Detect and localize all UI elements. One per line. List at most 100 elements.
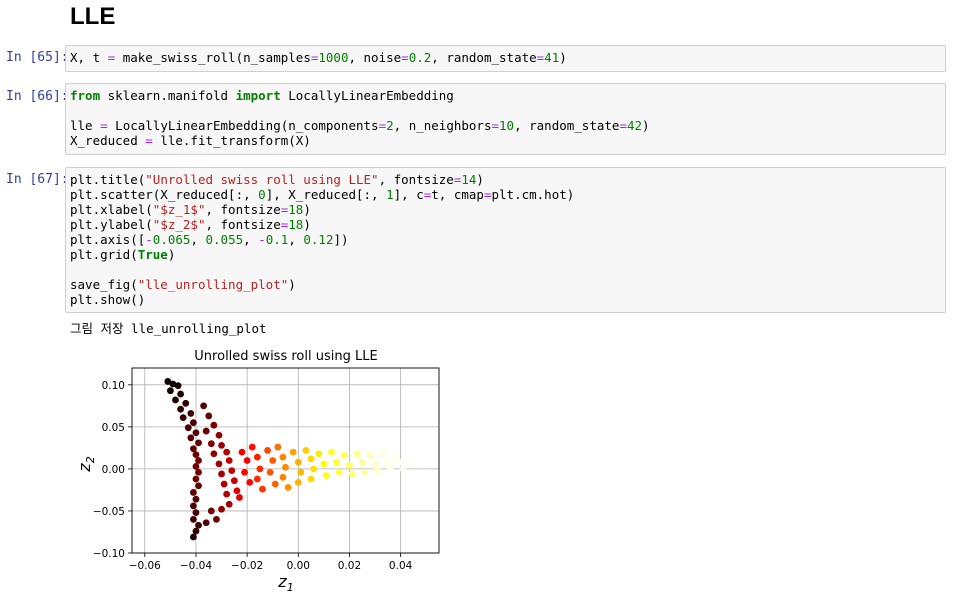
- code-token: ,: [190, 232, 206, 247]
- x-tick-label: −0.04: [180, 560, 212, 572]
- scatter-point: [190, 445, 197, 453]
- scatter-point: [310, 465, 318, 473]
- scatter-point: [225, 457, 233, 464]
- x-axis-label-sub: 1: [287, 581, 294, 592]
- code-token: ): [303, 202, 311, 217]
- scatter-point: [269, 457, 277, 464]
- code-token: ): [288, 277, 296, 292]
- scatter-point: [184, 424, 192, 432]
- code-token: "$z_1$": [152, 202, 206, 217]
- code-token: plt.ylabel(: [70, 217, 153, 232]
- cell-prompt: In [65]:: [6, 50, 69, 65]
- scatter-point: [202, 427, 210, 435]
- scatter-point: [190, 502, 197, 510]
- code-token: , random_state: [514, 118, 620, 133]
- scatter-point: [274, 443, 282, 451]
- scatter-point: [200, 402, 208, 410]
- code-token: t, cmap: [431, 187, 484, 202]
- code-token: , noise: [348, 50, 402, 65]
- code-cell-66[interactable]: from sklearn.manifold import LocallyLine…: [65, 83, 946, 155]
- scatter-point: [348, 470, 356, 478]
- scatter-point: [236, 494, 243, 501]
- code-token: make_swiss_roll(n_samples: [115, 50, 311, 65]
- code-token: , random_state: [431, 50, 537, 65]
- code-token: "Unrolled swiss roll using LLE": [145, 172, 379, 187]
- scatter-point: [187, 434, 195, 442]
- code-token: from: [70, 88, 101, 103]
- chart-title: Unrolled swiss roll using LLE: [194, 349, 377, 364]
- code-token: 42: [626, 118, 643, 133]
- scatter-point: [404, 453, 412, 461]
- code-token: ): [303, 217, 311, 232]
- y-axis-label: z2: [75, 456, 97, 472]
- code-line: lle = LocallyLinearEmbedding(n_component…: [70, 118, 941, 133]
- scatter-point: [195, 457, 202, 464]
- scatter-point: [399, 465, 407, 473]
- code-line: plt.scatter(X_reduced[:, 0], X_reduced[:…: [70, 187, 941, 202]
- scatter-point: [187, 410, 195, 417]
- code-token: import: [235, 88, 281, 103]
- code-token: lle.fit_transform(X): [152, 133, 311, 148]
- scatter-point: [410, 460, 417, 468]
- x-tick-label: 0.02: [338, 560, 361, 572]
- y-tick-label: −0.10: [93, 548, 125, 560]
- scatter-point: [228, 467, 236, 474]
- scatter-point: [246, 478, 254, 486]
- scatter-point: [192, 495, 200, 503]
- scatter-point: [374, 467, 381, 474]
- scatter-point: [195, 468, 202, 476]
- code-token: plt.title(: [70, 172, 146, 187]
- scatter-point: [207, 507, 215, 515]
- code-token: -: [258, 232, 266, 247]
- code-token: =: [619, 118, 627, 133]
- scatter-point: [335, 468, 343, 476]
- scatter-point: [422, 453, 430, 461]
- code-line: plt.ylabel("$z_2$", fontsize=18): [70, 217, 941, 232]
- scatter-point: [192, 527, 200, 535]
- code-token: =: [145, 133, 153, 148]
- scatter-point: [215, 431, 223, 439]
- code-token: ,: [288, 232, 304, 247]
- scatter-point: [328, 448, 335, 456]
- cell-stdout: 그림 저장 lle_unrolling_plot: [70, 321, 267, 336]
- scatter-point: [412, 450, 420, 458]
- scatter-point: [192, 509, 200, 517]
- scatter-point: [207, 440, 215, 448]
- scatter-point: [346, 462, 353, 469]
- code-line: plt.show(): [70, 292, 941, 307]
- code-token: , fontsize: [378, 172, 454, 187]
- cell-prompt: In [67]:: [6, 172, 69, 187]
- code-token: "lle_unrolling_plot": [137, 277, 289, 292]
- scatter-point: [302, 447, 310, 454]
- scatter-point: [430, 448, 438, 456]
- code-cell-65[interactable]: X, t = make_swiss_roll(n_samples=1000, n…: [65, 45, 946, 72]
- scatter-point: [294, 458, 302, 466]
- code-line: X, t = make_swiss_roll(n_samples=1000, n…: [70, 50, 941, 65]
- scatter-point: [248, 443, 256, 451]
- scatter-point: [223, 448, 231, 456]
- scatter-point: [230, 477, 238, 485]
- scatter-point: [315, 450, 323, 458]
- code-token: 0.1: [265, 232, 289, 247]
- scatter-point: [361, 468, 369, 476]
- code-token: ): [476, 172, 484, 187]
- scatter-point: [195, 521, 202, 529]
- scatter-point: [358, 458, 366, 466]
- code-token: LocallyLinearEmbedding(n_components: [107, 118, 379, 133]
- scatter-point: [225, 500, 233, 508]
- code-line: from sklearn.manifold import LocallyLine…: [70, 88, 941, 103]
- y-axis-label-sub: 2: [84, 456, 97, 463]
- scatter-point: [192, 429, 200, 437]
- code-token: , fontsize: [205, 217, 281, 232]
- code-line: plt.axis([-0.065, 0.055, -0.1, 0.12]): [70, 232, 941, 247]
- scatter-point: [379, 450, 387, 458]
- scatter-point: [195, 439, 202, 447]
- code-cell-67[interactable]: plt.title("Unrolled swiss roll using LLE…: [65, 167, 946, 313]
- code-token: =: [100, 118, 108, 133]
- x-tick-label: −0.02: [231, 560, 263, 572]
- scatter-point: [174, 382, 182, 390]
- code-token: save_fig(: [70, 277, 138, 292]
- scatter-point: [284, 484, 292, 491]
- code-token: plt.cm.hot): [491, 187, 575, 202]
- scatter-point: [417, 458, 425, 466]
